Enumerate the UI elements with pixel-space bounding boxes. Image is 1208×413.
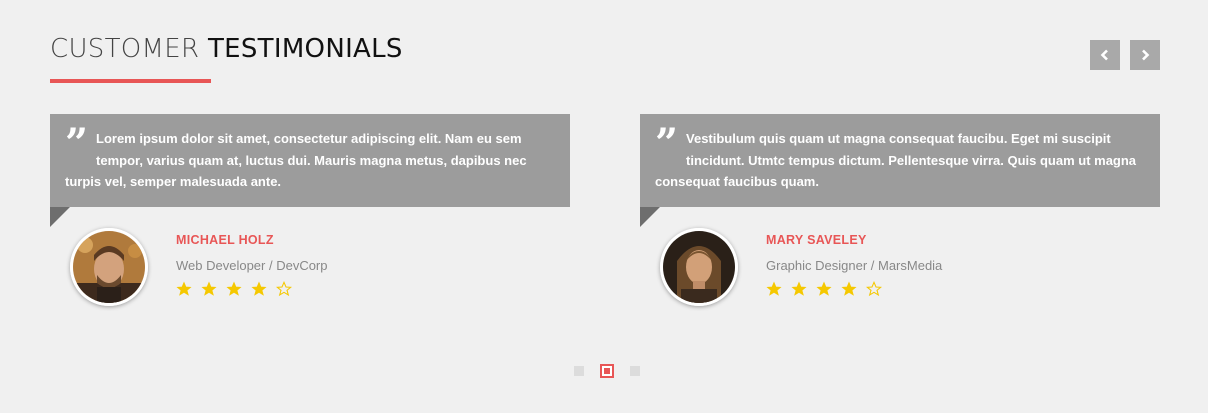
person-role: Web Developer / DevCorp <box>176 258 328 273</box>
star-filled-icon <box>766 281 782 296</box>
avatar <box>660 228 738 306</box>
star-filled-icon <box>201 281 217 296</box>
next-button[interactable] <box>1130 40 1160 70</box>
chevron-left-icon <box>1100 49 1108 61</box>
testimonial-card: ” Lorem ipsum dolor sit amet, consectetu… <box>50 114 570 306</box>
pagination-dots <box>574 364 640 378</box>
pagination-dot[interactable] <box>630 366 640 376</box>
quote-box: ” Vestibulum quis quam ut magna consequa… <box>640 114 1160 207</box>
person-info: MARY SAVELEY Graphic Designer / MarsMedi… <box>766 233 942 297</box>
person-name: MARY SAVELEY <box>766 233 867 247</box>
star-filled-icon <box>816 281 832 296</box>
quote-text: Lorem ipsum dolor sit amet, consectetur … <box>65 131 527 189</box>
quote-icon: ” <box>655 120 679 167</box>
title-light: CUSTOMER <box>50 34 200 64</box>
avatar-image <box>663 231 735 303</box>
title-bold: TESTIMONIALS <box>207 34 403 64</box>
rating-stars <box>766 281 942 297</box>
prev-button[interactable] <box>1090 40 1120 70</box>
avatar <box>70 228 148 306</box>
pagination-dot-inner <box>604 368 610 374</box>
avatar-image <box>73 231 145 303</box>
star-empty-icon <box>866 281 882 297</box>
chevron-right-icon <box>1142 49 1150 61</box>
star-filled-icon <box>226 281 242 296</box>
person-role: Graphic Designer / MarsMedia <box>766 258 943 273</box>
star-filled-icon <box>251 281 267 296</box>
person-info: MICHAEL HOLZ Web Developer / DevCorp <box>176 233 328 297</box>
testimonial-card: ” Vestibulum quis quam ut magna consequa… <box>640 114 1160 306</box>
quote-icon: ” <box>65 120 89 167</box>
star-filled-icon <box>176 281 192 296</box>
star-empty-icon <box>276 281 292 297</box>
pagination-dot-active[interactable] <box>600 364 614 378</box>
section-title: CUSTOMER TESTIMONIALS <box>50 34 403 64</box>
star-filled-icon <box>841 281 857 296</box>
title-underline <box>50 79 211 83</box>
quote-text: Vestibulum quis quam ut magna consequat … <box>655 131 1137 189</box>
quote-fold <box>50 207 70 227</box>
rating-stars <box>176 281 328 297</box>
person-name: MICHAEL HOLZ <box>176 233 274 247</box>
quote-box: ” Lorem ipsum dolor sit amet, consectetu… <box>50 114 570 207</box>
quote-fold <box>640 207 660 227</box>
pagination-dot[interactable] <box>574 366 584 376</box>
star-filled-icon <box>791 281 807 296</box>
